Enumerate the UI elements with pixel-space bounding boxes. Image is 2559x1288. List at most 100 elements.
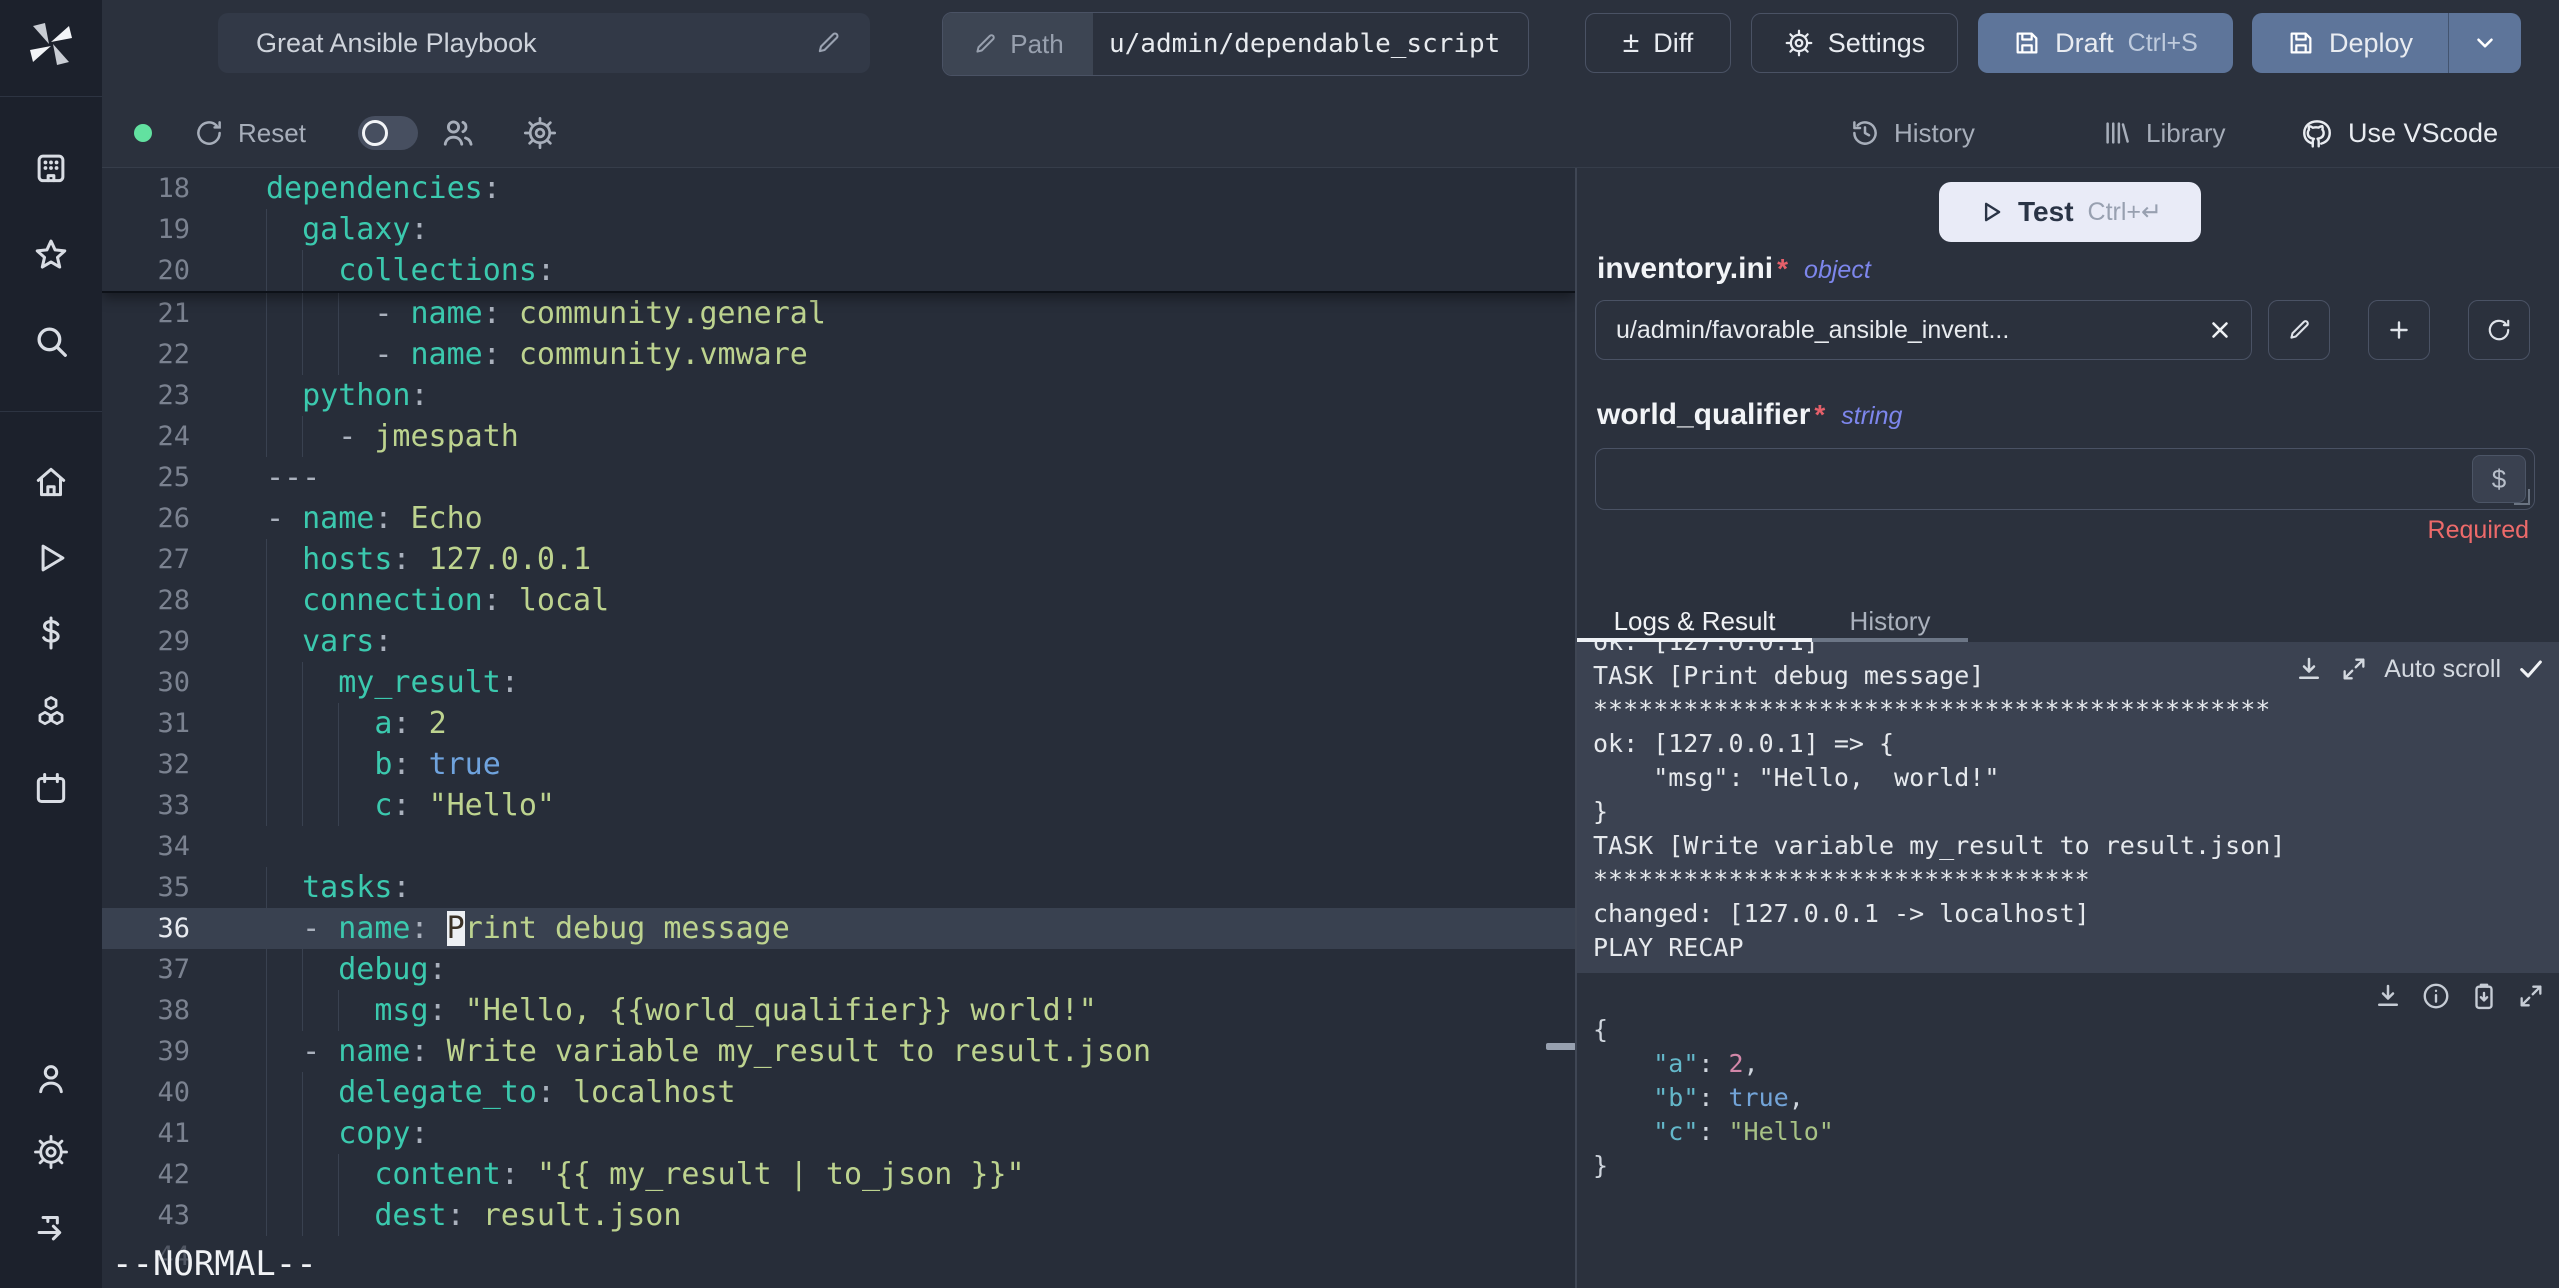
star-icon[interactable] <box>0 227 102 283</box>
code-line-27[interactable]: 27 hosts: 127.0.0.1 <box>102 539 1575 580</box>
dollar-icon[interactable] <box>0 605 102 661</box>
reset-button[interactable]: Reset <box>194 98 306 168</box>
code-line-33[interactable]: 33 c: "Hello" <box>102 785 1575 826</box>
log-viewer[interactable]: ok: [127.0.0.1]TASK [Print debug message… <box>1577 642 2559 973</box>
world-qualifier-field-label: world_qualifier * string <box>1597 398 1903 431</box>
clear-icon[interactable] <box>2207 317 2233 343</box>
vim-mode-indicator: --NORMAL-- <box>112 1244 317 1284</box>
editor-settings-gear-icon[interactable] <box>522 115 558 151</box>
user-icon[interactable] <box>0 1051 102 1107</box>
path-label: Path <box>943 13 1093 75</box>
log-controls: Auto scroll <box>2294 654 2545 684</box>
gear-icon[interactable] <box>0 1124 102 1180</box>
sidebar <box>0 0 102 1288</box>
code-line-38[interactable]: 38 msg: "Hello, {{world_qualifier}} worl… <box>102 990 1575 1031</box>
info-icon[interactable] <box>2421 981 2451 1011</box>
code-line-26[interactable]: 26- name: Echo <box>102 498 1575 539</box>
workspace-icon[interactable] <box>0 140 102 196</box>
code-line-28[interactable]: 28 connection: local <box>102 580 1575 621</box>
result-controls <box>2373 981 2545 1011</box>
code-line-35[interactable]: 35 tasks: <box>102 867 1575 908</box>
toggle-knob <box>362 120 388 146</box>
chevron-down-icon <box>2477 38 2493 48</box>
app-title-input[interactable]: Great Ansible Playbook <box>218 13 870 73</box>
world-qualifier-input[interactable]: $ <box>1595 448 2535 510</box>
code-line-41[interactable]: 41 copy: <box>102 1113 1575 1154</box>
code-line-18[interactable]: 18 dependencies: <box>102 168 1575 209</box>
check-icon[interactable] <box>2517 655 2545 683</box>
code-line-30[interactable]: 30 my_result: <box>102 662 1575 703</box>
refresh-icon <box>2488 319 2510 341</box>
resize-handle[interactable] <box>2514 489 2530 505</box>
code-line-43[interactable]: 43 dest: result.json <box>102 1195 1575 1236</box>
plus-icon <box>2390 321 2408 339</box>
history-clock-icon <box>1853 121 1877 145</box>
code-line-44[interactable]: 44 <box>102 1236 1575 1277</box>
refresh-resource-button[interactable] <box>2468 300 2530 360</box>
code-line-34[interactable]: 34 <box>102 826 1575 867</box>
sidebar-divider <box>0 96 102 97</box>
inventory-path-input[interactable]: u/admin/favorable_ansible_invent... <box>1595 300 2252 360</box>
history-button[interactable]: History <box>1850 98 1975 168</box>
draft-button[interactable]: Draft Ctrl+S <box>1978 13 2233 73</box>
calendar-icon[interactable] <box>0 760 102 816</box>
code-line-40[interactable]: 40 delegate_to: localhost <box>102 1072 1575 1113</box>
windmill-logo[interactable] <box>0 16 102 72</box>
code-line-31[interactable]: 31 a: 2 <box>102 703 1575 744</box>
code-line-32[interactable]: 32 b: true <box>102 744 1575 785</box>
clipboard-icon[interactable] <box>2469 981 2499 1011</box>
tab-history[interactable]: History <box>1812 604 1968 642</box>
collaboration-toggle[interactable] <box>358 116 418 150</box>
home-icon[interactable] <box>0 454 102 510</box>
inventory-field-label: inventory.ini * object <box>1597 252 1871 285</box>
log-lines: ok: [127.0.0.1]TASK [Print debug message… <box>1593 642 2286 962</box>
deploy-button[interactable]: Deploy <box>2252 13 2521 73</box>
code-line-19[interactable]: 19 galaxy: <box>102 209 1575 250</box>
expand-icon[interactable] <box>2517 982 2545 1010</box>
save-icon <box>2016 32 2038 54</box>
code-lines[interactable]: 21 - name: community.general 22 - name: c… <box>102 293 1575 1277</box>
code-line-23[interactable]: 23 python: <box>102 375 1575 416</box>
diff-button[interactable]: ± Diff <box>1585 13 1731 73</box>
edit-title-pencil-icon[interactable] <box>814 29 842 57</box>
required-asterisk: * <box>1777 253 1789 284</box>
result-viewer[interactable]: { "a": 2, "b": true, "c": "Hello"} <box>1577 973 2559 1288</box>
settings-button[interactable]: Settings <box>1751 13 1958 73</box>
play-icon <box>1984 202 2001 222</box>
code-line-37[interactable]: 37 debug: <box>102 949 1575 990</box>
gear-icon <box>1785 29 1813 57</box>
download-icon[interactable] <box>2373 981 2403 1011</box>
tab-logs-result[interactable]: Logs & Result <box>1577 604 1812 642</box>
path-field[interactable]: Path u/admin/dependable_script <box>942 12 1529 76</box>
code-line-21[interactable]: 21 - name: community.general <box>102 293 1575 334</box>
download-icon[interactable] <box>2294 654 2324 684</box>
library-button[interactable]: Library <box>2102 98 2225 168</box>
code-line-20[interactable]: 20 collections: <box>102 250 1575 291</box>
code-line-42[interactable]: 42 content: "{{ my_result | to_json }}" <box>102 1154 1575 1195</box>
code-line-22[interactable]: 22 - name: community.vmware <box>102 334 1575 375</box>
code-line-39[interactable]: 39 - name: Write variable my_result to r… <box>102 1031 1575 1072</box>
use-vscode-button[interactable]: Use VScode <box>2300 98 2498 168</box>
code-editor[interactable]: 18 dependencies: 19 galaxy: 20 collections:… <box>102 168 1575 1288</box>
field-type: string <box>1841 402 1903 430</box>
draft-shortcut: Ctrl+S <box>2127 28 2198 57</box>
pencil-icon <box>2290 320 2309 339</box>
code-line-24[interactable]: 24 - jmespath <box>102 416 1575 457</box>
code-line-25[interactable]: 25 --- <box>102 457 1575 498</box>
test-button[interactable]: Test Ctrl+↵ <box>1939 182 2201 242</box>
edit-resource-button[interactable] <box>2268 300 2330 360</box>
cubes-icon[interactable] <box>0 684 102 740</box>
logout-icon[interactable] <box>0 1199 102 1255</box>
app-window: Great Ansible Playbook Path u/admin/depe… <box>0 0 2559 1288</box>
play-icon[interactable] <box>0 530 102 586</box>
editor-toolbar: Reset History Library Use VScode <box>102 98 2559 168</box>
code-line-29[interactable]: 29 vars: <box>102 621 1575 662</box>
search-icon[interactable] <box>0 313 102 369</box>
deploy-menu-chevron[interactable] <box>2448 13 2521 73</box>
sticky-scroll-lines: 18 dependencies: 19 galaxy: 20 collections: <box>102 168 1575 293</box>
users-icon[interactable] <box>440 115 476 151</box>
path-value[interactable]: u/admin/dependable_script <box>1093 13 1528 75</box>
expand-icon[interactable] <box>2340 655 2368 683</box>
add-resource-button[interactable] <box>2368 300 2430 360</box>
code-line-36[interactable]: 36 - name: Print debug message <box>102 908 1575 949</box>
